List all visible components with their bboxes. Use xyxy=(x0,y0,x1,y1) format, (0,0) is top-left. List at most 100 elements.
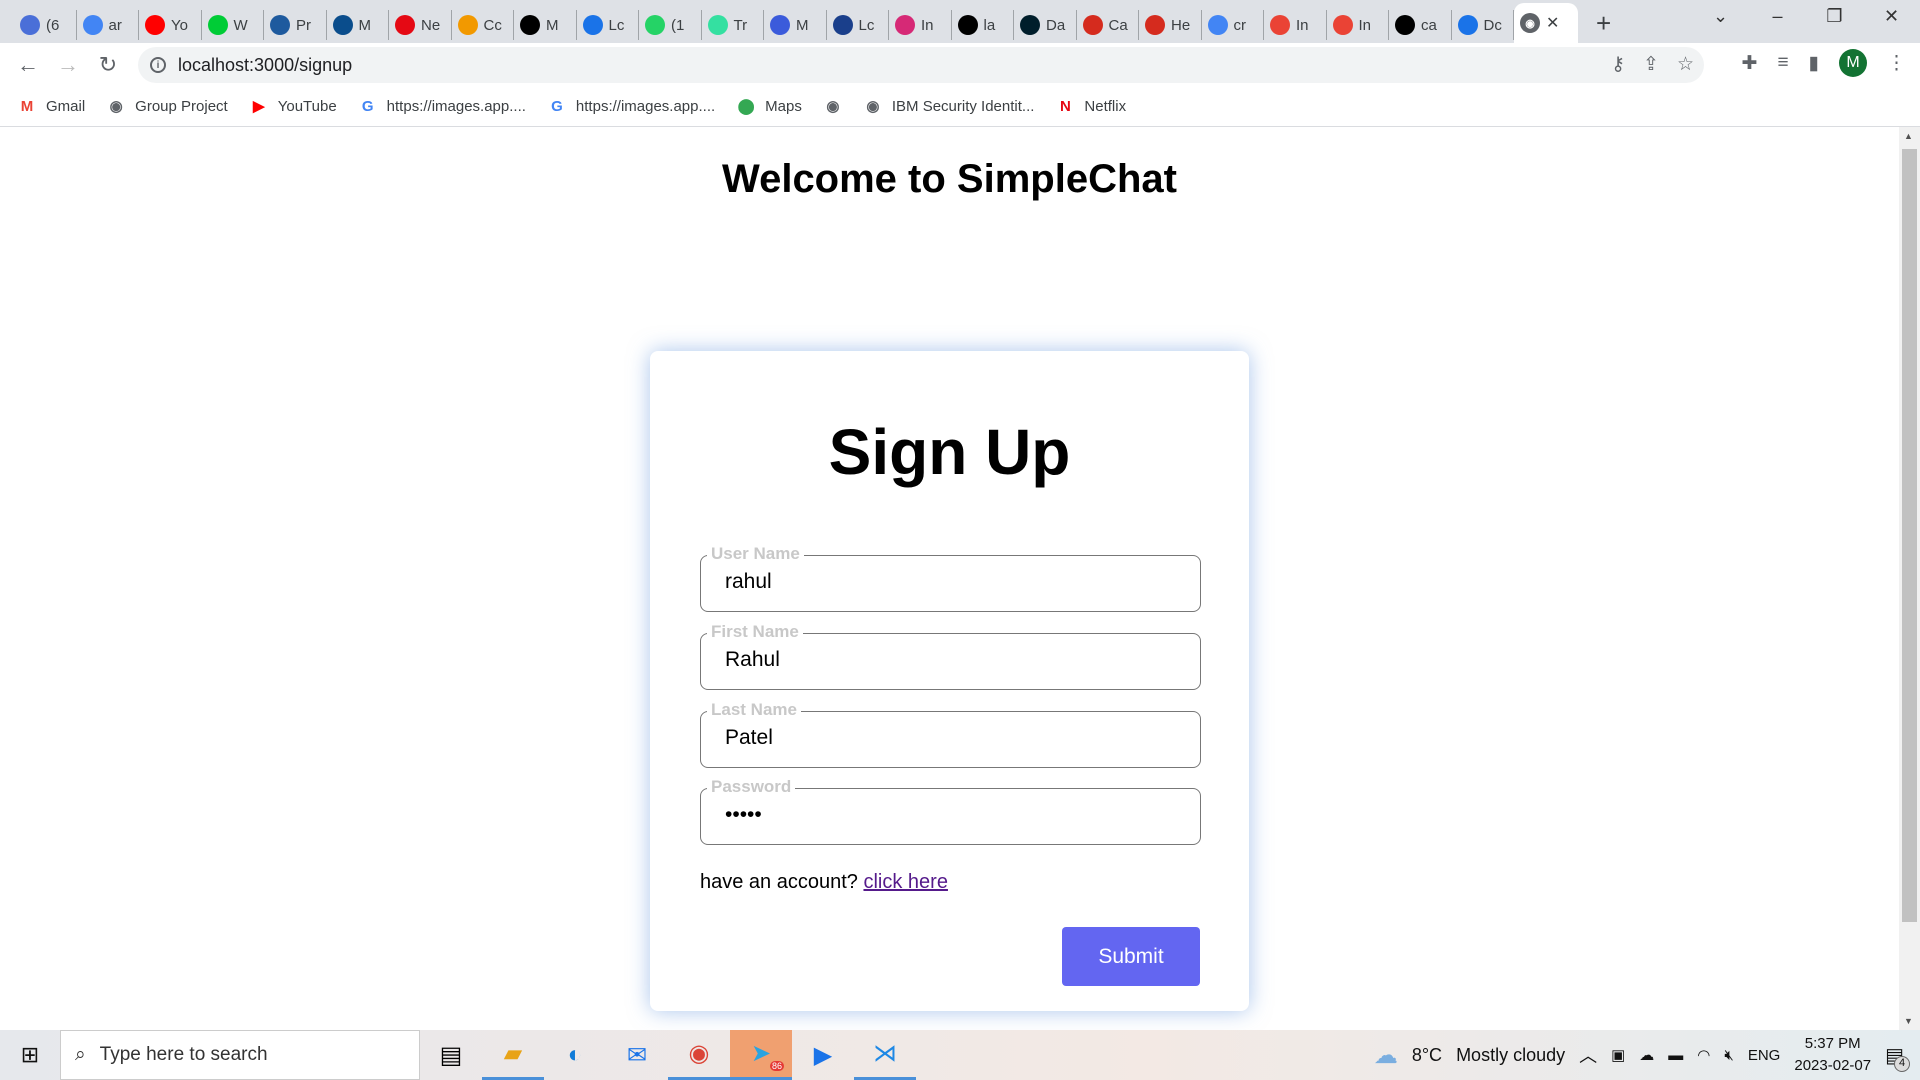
file-explorer-icon[interactable]: ▰ xyxy=(482,1030,544,1080)
login-link[interactable]: click here xyxy=(863,871,947,893)
battery-icon[interactable]: ▬ xyxy=(1668,1047,1683,1064)
site-info-icon[interactable]: i xyxy=(150,57,166,73)
tab[interactable]: Pr xyxy=(264,10,327,40)
edge-icon[interactable]: ◐ xyxy=(544,1030,606,1080)
google-icon xyxy=(82,15,103,35)
wifi-icon[interactable]: ◠ xyxy=(1697,1046,1710,1064)
address-bar[interactable]: i localhost:3000/signup xyxy=(138,47,1704,83)
tab[interactable]: Lc xyxy=(827,10,889,40)
camera-icon[interactable]: ▣ xyxy=(1611,1046,1625,1064)
tab[interactable]: Ca xyxy=(1077,10,1139,40)
tab[interactable]: (1 xyxy=(639,10,702,40)
restore-button[interactable]: ❐ xyxy=(1806,6,1863,27)
bookmark-item[interactable]: ◉ Group Project xyxy=(107,97,228,116)
gmail-icon: M xyxy=(20,97,34,115)
tab[interactable]: ca xyxy=(1389,10,1452,40)
maple-leaf-icon xyxy=(1145,15,1165,35)
close-tab-icon[interactable]: ✕ xyxy=(1546,13,1559,33)
volume-muted-icon[interactable]: 🔇︎ xyxy=(1724,1047,1733,1064)
bookmark-item[interactable]: ◉ xyxy=(824,97,842,115)
vscode-icon[interactable]: ⋊ xyxy=(854,1030,916,1080)
bookmark-item[interactable]: ⬤ Maps xyxy=(737,97,802,116)
bookmark-item[interactable]: N Netflix xyxy=(1056,97,1126,115)
new-tab-button[interactable]: + xyxy=(1596,8,1611,39)
tab[interactable]: Tr xyxy=(702,10,764,40)
scroll-up-icon[interactable]: ▲ xyxy=(1904,131,1913,141)
bookmark-label: YouTube xyxy=(277,97,337,115)
mail-icon[interactable]: ✉ xyxy=(606,1030,668,1080)
language-indicator[interactable]: ENG xyxy=(1748,1047,1781,1064)
tab[interactable]: Ne xyxy=(389,10,452,40)
onedrive-icon[interactable]: ☁ xyxy=(1639,1046,1654,1064)
whatsapp-icon xyxy=(645,15,665,35)
maps-pin-icon: ⬤ xyxy=(737,98,755,115)
tab[interactable]: In xyxy=(1327,10,1389,40)
video-app-icon[interactable]: ▶ xyxy=(792,1030,854,1080)
taskbar-search[interactable]: ⌕ Type here to search xyxy=(60,1030,420,1080)
tab[interactable]: W xyxy=(202,10,264,40)
tab[interactable]: Cc xyxy=(452,10,514,40)
tab[interactable]: la xyxy=(952,10,1014,40)
tab[interactable]: (6 xyxy=(14,10,77,40)
scrollbar[interactable]: ▲ ▼ xyxy=(1899,127,1920,1030)
tab-label: Lc xyxy=(858,16,875,34)
tab[interactable]: M xyxy=(514,10,577,40)
tab[interactable]: In xyxy=(1264,10,1327,40)
tab[interactable]: Dc xyxy=(1452,10,1514,40)
tab[interactable]: M xyxy=(764,10,827,40)
notification-count: 4 xyxy=(1894,1055,1910,1072)
weather-temp[interactable]: 8°C xyxy=(1412,1045,1442,1066)
weather-desc[interactable]: Mostly cloudy xyxy=(1456,1045,1565,1066)
bookmark-item[interactable]: M Gmail xyxy=(18,97,85,115)
reload-button[interactable]: ↻ xyxy=(88,52,128,78)
tab-label: Yo xyxy=(171,16,188,34)
bookmark-item[interactable]: ◉ IBM Security Identit... xyxy=(864,97,1034,116)
menu-icon[interactable]: ⋮ xyxy=(1887,52,1906,75)
submit-button[interactable]: Submit xyxy=(1062,927,1200,986)
tab-active[interactable]: ◉ ✕ xyxy=(1514,3,1578,43)
tab[interactable]: Yo xyxy=(139,10,202,40)
star-icon[interactable]: ☆ xyxy=(1677,47,1694,83)
weather-cloud-icon[interactable]: ☁ xyxy=(1374,1041,1398,1070)
windows-start-icon[interactable]: ⊞ xyxy=(0,1042,60,1068)
password-input[interactable] xyxy=(725,803,1175,827)
github-icon xyxy=(1395,15,1415,35)
forward-button[interactable]: → xyxy=(48,52,88,78)
key-icon[interactable]: ⚷ xyxy=(1611,47,1625,83)
back-button[interactable]: ← xyxy=(8,52,48,78)
task-view-icon[interactable]: ▤ xyxy=(420,1030,482,1080)
telegram-icon[interactable]: ➤ 86 xyxy=(730,1030,792,1080)
bookmark-item[interactable]: Ghttps://images.app.... xyxy=(548,97,715,115)
bookmark-label: Group Project xyxy=(135,97,228,115)
avatar[interactable]: M xyxy=(1839,49,1867,77)
last-name-input[interactable] xyxy=(725,726,1175,750)
media-icon[interactable]: ≡ xyxy=(1777,52,1788,74)
tab[interactable]: In xyxy=(889,10,952,40)
tab[interactable]: Lc xyxy=(577,10,639,40)
time: 5:37 PM xyxy=(1804,1035,1861,1052)
first-name-input[interactable] xyxy=(725,648,1175,672)
username-input[interactable] xyxy=(725,570,1175,594)
bookmark-item[interactable]: Ghttps://images.app.... xyxy=(359,97,526,115)
tab-search-icon[interactable]: ⌄ xyxy=(1692,6,1749,27)
tab[interactable]: M xyxy=(327,10,389,40)
clock[interactable]: 5:37 PM 2023-02-07 xyxy=(1794,1033,1871,1077)
tab[interactable]: He xyxy=(1139,10,1202,40)
tab-label: Ca xyxy=(1108,16,1128,34)
bookmark-item[interactable]: ▶ YouTube xyxy=(250,97,337,116)
notifications-icon[interactable]: ▤ 4 xyxy=(1885,1043,1910,1072)
tab[interactable]: cr xyxy=(1202,10,1264,40)
minimize-button[interactable]: – xyxy=(1749,6,1806,27)
bookmark-label: https://images.app.... xyxy=(386,97,526,115)
scrollbar-thumb[interactable] xyxy=(1902,149,1917,922)
side-panel-icon[interactable]: ▮ xyxy=(1809,52,1819,75)
tab[interactable]: ar xyxy=(77,10,139,40)
share-icon[interactable]: ⇪ xyxy=(1643,47,1659,83)
close-window-button[interactable]: ✕ xyxy=(1863,6,1920,27)
extensions-icon[interactable]: ✚ xyxy=(1742,52,1758,75)
scroll-down-icon[interactable]: ▼ xyxy=(1904,1016,1913,1026)
chevron-up-icon[interactable]: ︿ xyxy=(1579,1042,1597,1068)
chrome-icon[interactable]: ◉ xyxy=(668,1030,730,1080)
google-icon: G xyxy=(551,97,563,115)
tab[interactable]: Da xyxy=(1014,10,1077,40)
